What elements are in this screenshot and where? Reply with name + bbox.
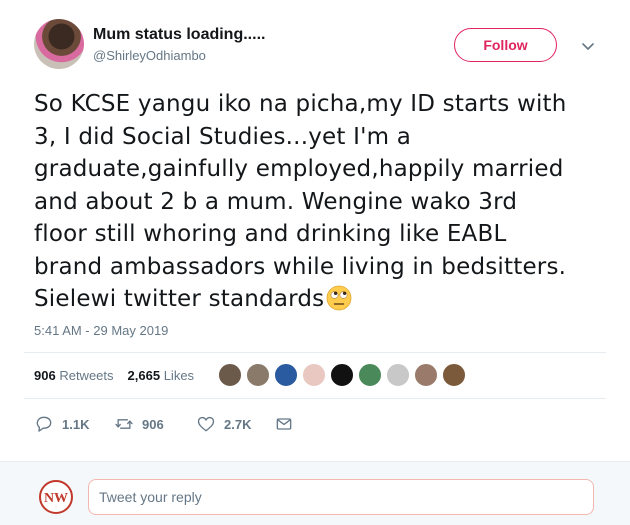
likes-count[interactable]: 2,665 — [128, 368, 161, 383]
display-name[interactable]: Mum status loading..... — [93, 26, 265, 44]
tweet-line: and about 2 b a mum. Wengine wako 3rd — [34, 188, 518, 215]
face-with-rolling-eyes-emoji — [326, 285, 352, 311]
tweet-line: floor still whoring and drinking like EA… — [34, 221, 507, 247]
tweet-text: So KCSE yangu iko na picha,my ID starts … — [34, 88, 614, 316]
follow-button[interactable]: Follow — [454, 28, 557, 62]
reply-input[interactable]: Tweet your reply — [88, 479, 594, 515]
liker-avatar[interactable] — [330, 363, 354, 387]
envelope-icon — [276, 418, 292, 430]
divider — [24, 352, 606, 353]
divider — [24, 398, 606, 399]
retweets-label[interactable]: Retweets — [59, 368, 113, 383]
reply-action[interactable]: 1.1K — [34, 412, 89, 436]
tweet-line: graduate,gainfully employed,happily marr… — [34, 156, 564, 182]
tweet-timestamp[interactable]: 5:41 AM - 29 May 2019 — [34, 323, 168, 338]
svg-text:NW: NW — [44, 491, 68, 506]
tweet-line: 3, I did Social Studies...yet I'm a — [34, 123, 412, 150]
message-action[interactable] — [274, 412, 302, 436]
tweet-line: brand ambassadors while living in bedsit… — [34, 253, 567, 280]
avatar[interactable] — [34, 19, 84, 69]
retweet-count: 906 — [142, 416, 164, 432]
chevron-down-icon[interactable] — [578, 36, 598, 56]
liker-avatar[interactable] — [414, 363, 438, 387]
username[interactable]: @ShirleyOdhiambo — [93, 48, 206, 63]
heart-icon — [197, 416, 215, 432]
liker-avatar[interactable] — [386, 363, 410, 387]
liker-avatar[interactable] — [358, 363, 382, 387]
liker-avatar[interactable] — [442, 363, 466, 387]
tweet-line-last: Sielewi twitter standards — [34, 283, 614, 316]
reply-icon — [36, 416, 52, 432]
retweets-count[interactable]: 906 — [34, 368, 56, 383]
retweet-icon — [115, 419, 133, 429]
nw-logo-icon: NW — [39, 480, 73, 514]
likes-label[interactable]: Likes — [164, 368, 194, 383]
tweet-line: So KCSE yangu iko na picha,my ID starts … — [34, 91, 567, 117]
liker-avatar[interactable] — [218, 363, 242, 387]
tweet-stats: 906 Retweets 2,665 Likes — [34, 368, 194, 383]
like-action[interactable]: 2.7K — [196, 412, 251, 436]
tweet-header: Mum status loading..... @ShirleyOdhiambo… — [0, 0, 630, 80]
retweet-action[interactable]: 906 — [114, 412, 164, 436]
liker-avatar[interactable] — [246, 363, 270, 387]
liker-avatar[interactable] — [274, 363, 298, 387]
like-count: 2.7K — [224, 416, 252, 432]
reply-count: 1.1K — [62, 416, 90, 432]
tweet-line: Sielewi twitter standards — [34, 286, 325, 312]
liker-avatar[interactable] — [302, 363, 326, 387]
